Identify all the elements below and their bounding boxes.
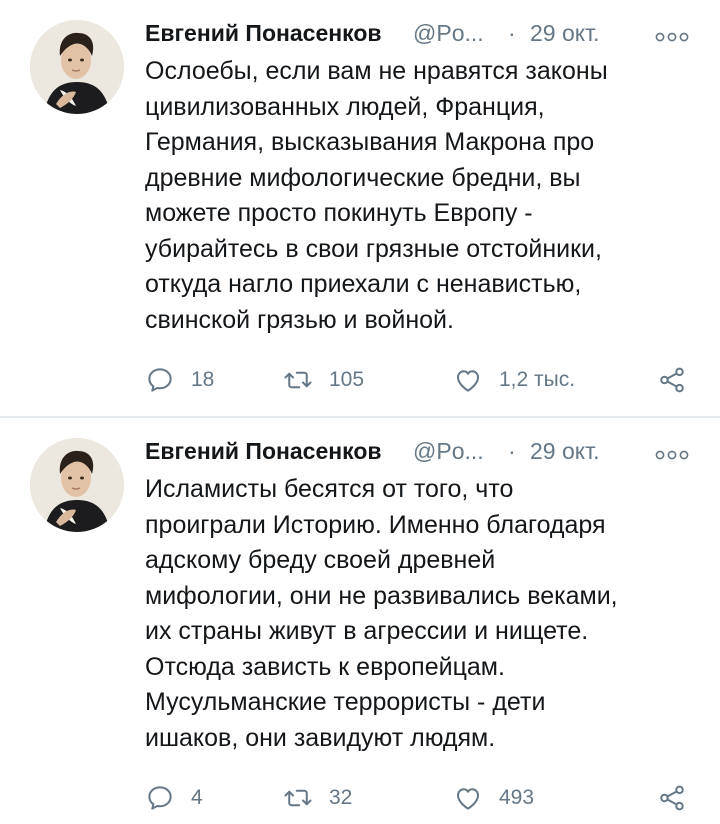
author-name[interactable]: Евгений Понасенков bbox=[145, 438, 382, 465]
like-icon bbox=[457, 788, 479, 810]
like-button[interactable]: 1,2 тыс. bbox=[453, 362, 575, 398]
tweet-header: Евгений Понасенков @Po... · 29 окт. bbox=[145, 434, 696, 474]
like-count: 1,2 тыс. bbox=[499, 368, 576, 391]
reply-button[interactable]: 18 bbox=[145, 362, 214, 398]
avatar[interactable] bbox=[30, 438, 124, 532]
more-options-icon[interactable] bbox=[654, 30, 690, 44]
share-button[interactable] bbox=[657, 362, 687, 398]
separator-dot: · bbox=[508, 438, 516, 464]
retweet-icon bbox=[284, 789, 312, 807]
author-handle[interactable]: @Po... bbox=[413, 438, 484, 465]
tweet-date[interactable]: 29 окт. bbox=[530, 20, 599, 47]
share-icon bbox=[660, 785, 684, 811]
separator-dot: · bbox=[508, 20, 516, 46]
tweet-date[interactable]: 29 окт. bbox=[530, 438, 599, 465]
share-button[interactable] bbox=[657, 780, 687, 816]
tweet-actions: 18 105 1,2 тыс. bbox=[145, 362, 695, 398]
more-options-icon[interactable] bbox=[654, 448, 690, 462]
retweet-button[interactable]: 105 bbox=[283, 362, 364, 398]
avatar[interactable] bbox=[30, 20, 124, 114]
retweet-button[interactable]: 32 bbox=[283, 780, 352, 816]
reply-count: 4 bbox=[191, 786, 203, 809]
reply-count: 18 bbox=[191, 368, 215, 391]
share-icon bbox=[660, 367, 684, 393]
like-icon bbox=[457, 370, 479, 392]
retweet-icon bbox=[284, 371, 312, 389]
reply-button[interactable]: 4 bbox=[145, 780, 203, 816]
like-button[interactable]: 493 bbox=[453, 780, 534, 816]
retweet-count: 32 bbox=[329, 786, 353, 809]
retweet-count: 105 bbox=[329, 368, 365, 391]
tweet[interactable]: Евгений Понасенков @Po... · 29 окт. Осло… bbox=[0, 0, 720, 418]
like-count: 493 bbox=[499, 786, 535, 809]
tweet[interactable]: Евгений Понасенков @Po... · 29 окт. Исла… bbox=[0, 418, 720, 824]
tweet-header: Евгений Понасенков @Po... · 29 окт. bbox=[145, 16, 696, 56]
tweet-actions: 4 32 493 bbox=[145, 780, 695, 816]
reply-icon bbox=[148, 786, 172, 810]
tweet-text: Ослоебы, если вам не нравятся законы цив… bbox=[145, 57, 608, 334]
author-name[interactable]: Евгений Понасенков bbox=[145, 20, 382, 47]
tweet-text: Исламисты бесятся от того, что проиграли… bbox=[145, 475, 618, 752]
author-handle[interactable]: @Po... bbox=[413, 20, 484, 47]
reply-icon bbox=[148, 368, 172, 392]
